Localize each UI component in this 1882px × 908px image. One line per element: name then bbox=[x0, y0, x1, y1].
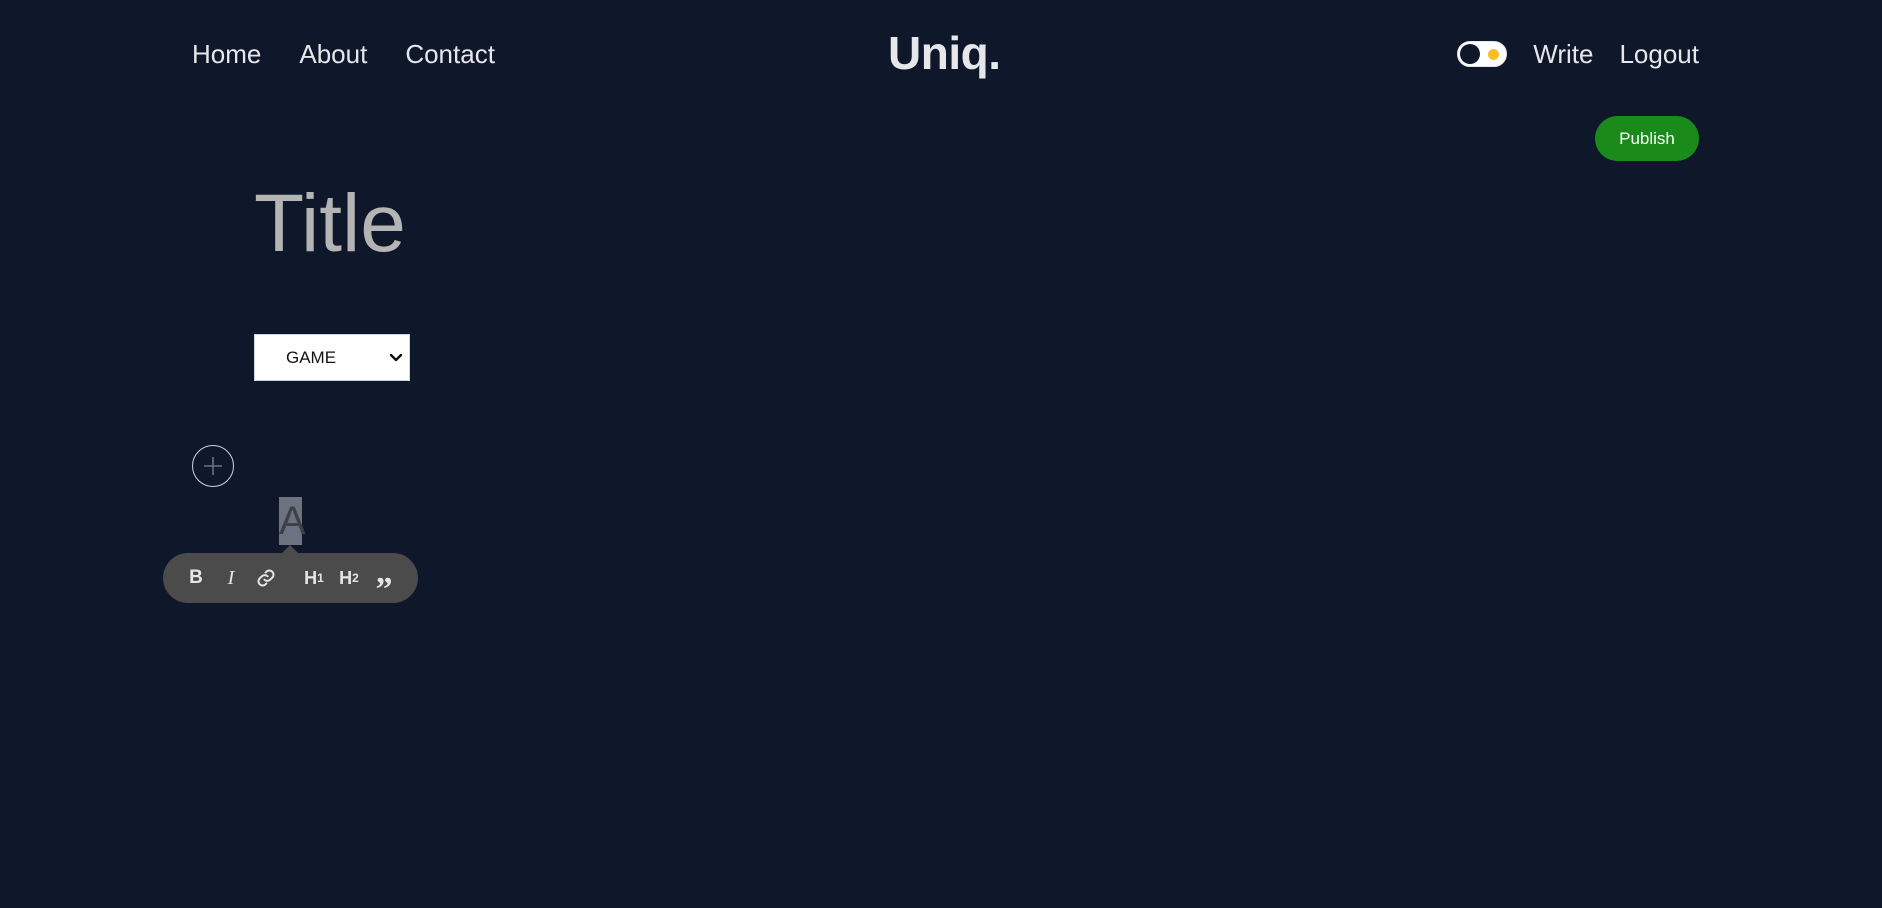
category-selected-value: GAME bbox=[286, 347, 337, 367]
site-logo[interactable]: Uniq. bbox=[888, 24, 1001, 82]
quote-button[interactable]: ” bbox=[372, 553, 396, 615]
bold-button[interactable]: B bbox=[185, 553, 207, 603]
main-nav: Home About Contact bbox=[192, 36, 495, 72]
editor-body-selected-text[interactable]: A bbox=[279, 497, 306, 545]
sun-icon bbox=[1488, 49, 1500, 60]
theme-toggle[interactable] bbox=[1457, 41, 1508, 67]
write-link[interactable]: Write bbox=[1533, 36, 1593, 72]
link-button[interactable] bbox=[253, 553, 279, 603]
format-toolbar: B I H1 H2 ” bbox=[163, 553, 418, 608]
heading-1-label: H bbox=[304, 567, 318, 588]
title-input[interactable] bbox=[254, 174, 1554, 274]
editor-page: Home About Contact Uniq. Write Logout Pu… bbox=[0, 0, 1882, 908]
toolbar-pointer bbox=[282, 545, 298, 553]
italic-button[interactable]: I bbox=[220, 553, 242, 603]
link-icon bbox=[257, 569, 275, 587]
logout-link[interactable]: Logout bbox=[1619, 36, 1699, 72]
nav-contact-link[interactable]: Contact bbox=[405, 36, 495, 72]
add-block-button[interactable] bbox=[192, 445, 234, 487]
toggle-knob bbox=[1460, 44, 1481, 64]
heading-1-button[interactable]: H1 bbox=[301, 553, 327, 603]
heading-2-sub: 2 bbox=[352, 571, 359, 585]
plus-icon bbox=[204, 457, 222, 475]
nav-about-link[interactable]: About bbox=[299, 36, 367, 72]
user-nav: Write Logout bbox=[1457, 36, 1699, 72]
heading-2-button[interactable]: H2 bbox=[336, 553, 362, 603]
heading-2-label: H bbox=[339, 567, 353, 588]
nav-home-link[interactable]: Home bbox=[192, 36, 261, 72]
chevron-down-icon bbox=[389, 353, 403, 362]
category-select[interactable]: GAME bbox=[254, 334, 410, 381]
publish-button[interactable]: Publish bbox=[1595, 116, 1699, 161]
heading-1-sub: 1 bbox=[317, 571, 324, 585]
